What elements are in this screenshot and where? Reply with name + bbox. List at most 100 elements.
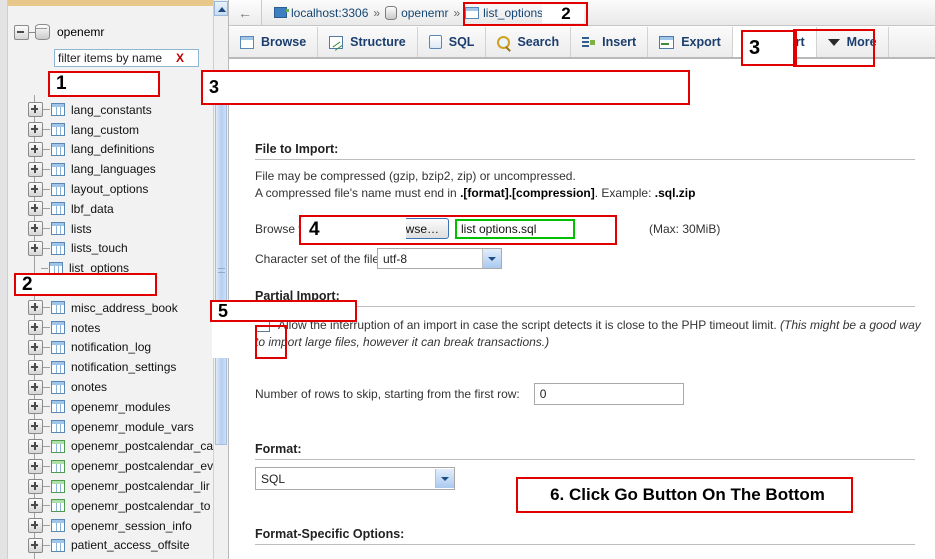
database-icon bbox=[35, 24, 50, 40]
tree-item-label: openemr_postcalendar_to bbox=[71, 498, 211, 513]
note-line-2a: A compressed file's name must end in bbox=[255, 186, 461, 200]
database-icon bbox=[385, 5, 398, 20]
tree-item-onotes[interactable]: onotes bbox=[0, 377, 214, 397]
file-format-note: File may be compressed (gzip, bzip2, zip… bbox=[255, 168, 695, 202]
tree-item-lang_constants[interactable]: lang_constants bbox=[0, 100, 214, 120]
tree-item-lang_languages[interactable]: lang_languages bbox=[0, 159, 214, 179]
breadcrumb-database-label: openemr bbox=[401, 5, 449, 20]
tree-item-openemr_postcalendar_ca[interactable]: openemr_postcalendar_ca bbox=[0, 437, 214, 457]
tab-more-label: More bbox=[846, 35, 877, 49]
tree-item-layout_options[interactable]: layout_options bbox=[0, 179, 214, 199]
format-select-value: SQL bbox=[261, 471, 286, 486]
filter-input[interactable] bbox=[55, 51, 176, 65]
collapse-toggle-icon[interactable] bbox=[14, 24, 29, 40]
note-line-1: File may be compressed (gzip, bzip2, zip… bbox=[255, 169, 576, 183]
database-name-label[interactable]: openemr bbox=[57, 25, 104, 39]
magnifier-icon bbox=[497, 35, 511, 49]
chevron-down-icon[interactable] bbox=[482, 249, 501, 268]
tab-browse-label: Browse bbox=[261, 35, 307, 49]
tree-item-misc_address_book[interactable]: misc_address_book bbox=[0, 298, 214, 318]
nav-scrollbar-thumb[interactable] bbox=[215, 95, 227, 445]
expand-toggle-icon[interactable] bbox=[28, 240, 43, 256]
expand-toggle-icon[interactable] bbox=[28, 102, 43, 118]
scroll-up-icon[interactable] bbox=[214, 1, 228, 16]
tree-item-label: openemr_postcalendar_lir bbox=[71, 479, 210, 494]
table-tree-list: lang_constants lang_custom lang_definition… bbox=[0, 95, 214, 559]
expand-toggle-icon[interactable] bbox=[28, 181, 43, 197]
tree-item-label: openemr_postcalendar_ca bbox=[71, 439, 214, 454]
tab-insert-label: Insert bbox=[602, 35, 637, 49]
tab-search-label: Search bbox=[517, 35, 560, 49]
filter-items-field[interactable]: X bbox=[54, 49, 199, 67]
tree-item-openemr_postcalendar_lir[interactable]: openemr_postcalendar_lir bbox=[0, 476, 214, 496]
expand-toggle-icon[interactable] bbox=[28, 161, 43, 177]
tree-item-lang_definitions[interactable]: lang_definitions bbox=[0, 140, 214, 160]
expand-toggle-icon[interactable] bbox=[28, 379, 43, 395]
annotation-3-export-tab: 3 bbox=[741, 30, 797, 66]
tree-item-notification_log[interactable]: notification_log bbox=[0, 338, 214, 358]
nav-top-accent-bar bbox=[0, 0, 228, 6]
tab-more[interactable]: More bbox=[817, 27, 889, 57]
table-icon bbox=[51, 182, 65, 196]
tree-item-lbf_data[interactable]: lbf_data bbox=[0, 199, 214, 219]
expand-toggle-icon[interactable] bbox=[28, 498, 43, 514]
tree-branch-line bbox=[43, 426, 50, 428]
tab-export[interactable]: Export bbox=[648, 27, 733, 57]
tree-item-openemr_modules[interactable]: openemr_modules bbox=[0, 397, 214, 417]
tree-item-label: notification_settings bbox=[71, 360, 177, 375]
breadcrumb-database[interactable]: openemr bbox=[385, 5, 449, 20]
skip-rows-label: Number of rows to skip, starting from th… bbox=[255, 387, 520, 401]
skip-rows-input[interactable] bbox=[533, 383, 684, 405]
breadcrumb-separator-2: » bbox=[453, 5, 461, 20]
expand-toggle-icon[interactable] bbox=[28, 518, 43, 534]
expand-toggle-icon[interactable] bbox=[28, 537, 43, 553]
tab-insert[interactable]: Insert bbox=[571, 27, 649, 57]
database-tree-root[interactable]: openemr bbox=[14, 24, 104, 40]
expand-toggle-icon[interactable] bbox=[28, 320, 43, 336]
insert-row-icon bbox=[582, 36, 596, 49]
format-heading: Format: bbox=[255, 442, 915, 460]
tree-item-patient_access_offsite[interactable]: patient_access_offsite bbox=[0, 536, 214, 556]
back-arrow-icon[interactable]: ← bbox=[229, 0, 262, 25]
tree-branch-line bbox=[43, 445, 50, 447]
expand-toggle-icon[interactable] bbox=[28, 122, 43, 138]
chevron-down-icon[interactable] bbox=[435, 469, 454, 488]
tree-item-openemr_postcalendar_to[interactable]: openemr_postcalendar_to bbox=[0, 496, 214, 516]
charset-select-value: utf-8 bbox=[383, 251, 408, 266]
expand-toggle-icon[interactable] bbox=[28, 458, 43, 474]
tree-branch-line bbox=[43, 148, 50, 150]
tree-item-label: layout_options bbox=[71, 182, 149, 197]
expand-toggle-icon[interactable] bbox=[28, 300, 43, 316]
tree-item-notes[interactable]: notes bbox=[0, 318, 214, 338]
tab-search[interactable]: Search bbox=[486, 27, 572, 57]
expand-toggle-icon[interactable] bbox=[28, 339, 43, 355]
expand-toggle-icon[interactable] bbox=[28, 478, 43, 494]
expand-toggle-icon[interactable] bbox=[28, 438, 43, 454]
tree-item-lists_touch[interactable]: lists_touch bbox=[0, 239, 214, 259]
expand-toggle-icon[interactable] bbox=[28, 419, 43, 435]
tab-sql[interactable]: SQL bbox=[418, 27, 487, 57]
table-icon bbox=[51, 301, 65, 315]
tab-structure[interactable]: Structure bbox=[318, 27, 418, 57]
expand-toggle-icon[interactable] bbox=[28, 201, 43, 217]
tree-item-lists[interactable]: lists bbox=[0, 219, 214, 239]
tab-browse[interactable]: Browse bbox=[229, 27, 319, 57]
clear-filter-icon[interactable]: X bbox=[176, 51, 188, 65]
expand-toggle-icon[interactable] bbox=[28, 359, 43, 375]
breadcrumb-server[interactable]: localhost:3306 bbox=[274, 6, 368, 20]
tree-item-notification_settings[interactable]: notification_settings bbox=[0, 357, 214, 377]
structure-chart-icon bbox=[329, 35, 344, 49]
expand-toggle-icon[interactable] bbox=[28, 221, 43, 237]
format-select[interactable]: SQL bbox=[255, 467, 455, 490]
tree-item-label: lang_languages bbox=[71, 162, 156, 177]
tree-item-openemr_module_vars[interactable]: openemr_module_vars bbox=[0, 417, 214, 437]
table-icon bbox=[51, 400, 65, 414]
tree-item-openemr_session_info[interactable]: openemr_session_info bbox=[0, 516, 214, 536]
tab-structure-label: Structure bbox=[350, 35, 406, 49]
annotation-2-breadcrumb-label: 2 bbox=[542, 4, 584, 23]
charset-select[interactable]: utf-8 bbox=[377, 248, 502, 269]
tree-item-lang_custom[interactable]: lang_custom bbox=[0, 120, 214, 140]
expand-toggle-icon[interactable] bbox=[28, 399, 43, 415]
tree-item-openemr_postcalendar_ev[interactable]: openemr_postcalendar_ev bbox=[0, 456, 214, 476]
expand-toggle-icon[interactable] bbox=[28, 141, 43, 157]
